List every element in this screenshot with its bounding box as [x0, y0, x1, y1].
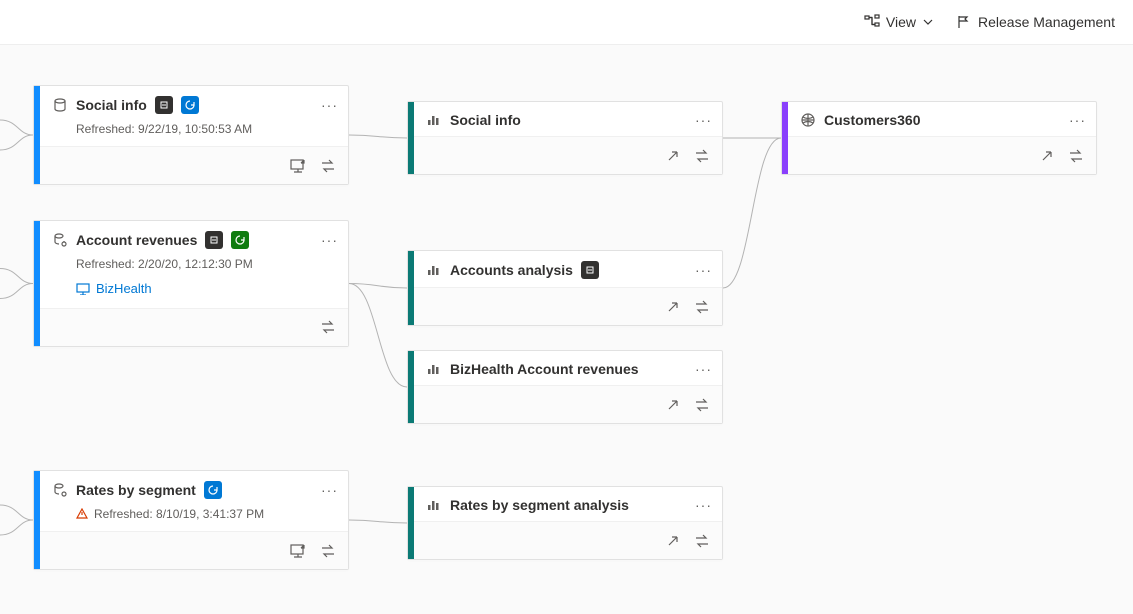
view-label: View — [886, 14, 916, 30]
sensitivity-badge-icon — [581, 261, 599, 279]
more-actions-button[interactable]: ··· — [695, 361, 712, 377]
more-actions-button[interactable]: ··· — [695, 262, 712, 278]
node-title: Social info — [450, 112, 521, 128]
report-node-social-info[interactable]: Social info ··· — [407, 101, 723, 175]
chevron-down-icon — [922, 16, 934, 28]
report-icon — [426, 113, 442, 127]
more-actions-button[interactable]: ··· — [695, 497, 712, 513]
app-icon — [800, 112, 816, 128]
dataset-node-social-info[interactable]: Social info ··· Refreshed: 9/22/19, 10:5… — [33, 85, 349, 185]
node-title: Rates by segment analysis — [450, 497, 629, 513]
swap-icon[interactable] — [694, 300, 710, 314]
workspace-name: BizHealth — [96, 281, 152, 296]
refreshed-text: Refreshed: 9/22/19, 10:50:53 AM — [34, 122, 348, 146]
view-dropdown[interactable]: View — [864, 14, 934, 30]
node-title: BizHealth Account revenues — [450, 361, 639, 377]
report-icon — [426, 362, 442, 376]
warning-icon — [76, 508, 88, 520]
open-external-icon[interactable] — [666, 534, 680, 548]
open-external-icon[interactable] — [1040, 149, 1054, 163]
open-data-sources-icon[interactable] — [290, 544, 306, 558]
refresh-badge-icon — [181, 96, 199, 114]
report-icon — [426, 498, 442, 512]
lineage-canvas[interactable]: Social info ··· Refreshed: 9/22/19, 10:5… — [0, 44, 1133, 614]
release-management-button[interactable]: Release Management — [956, 14, 1115, 30]
toolbar: View Release Management — [0, 0, 1133, 44]
open-data-sources-icon[interactable] — [290, 159, 306, 173]
node-title: Customers360 — [824, 112, 921, 128]
release-label: Release Management — [978, 14, 1115, 30]
more-actions-button[interactable]: ··· — [321, 97, 338, 113]
workspace-icon — [76, 283, 90, 295]
refresh-badge-icon — [204, 481, 222, 499]
report-node-accounts-analysis[interactable]: Accounts analysis ··· — [407, 250, 723, 326]
open-external-icon[interactable] — [666, 398, 680, 412]
dataset-node-rates-by-segment[interactable]: Rates by segment ··· Refreshed: 8/10/19,… — [33, 470, 349, 570]
more-actions-button[interactable]: ··· — [321, 482, 338, 498]
more-actions-button[interactable]: ··· — [1069, 112, 1086, 128]
node-title: Account revenues — [76, 232, 197, 248]
swap-icon[interactable] — [320, 159, 336, 173]
swap-icon[interactable] — [694, 149, 710, 163]
swap-icon[interactable] — [320, 544, 336, 558]
workspace-link[interactable]: BizHealth — [76, 281, 152, 296]
swap-icon[interactable] — [1068, 149, 1084, 163]
workspace-link-row: BizHealth — [34, 281, 348, 308]
open-external-icon[interactable] — [666, 300, 680, 314]
dataset-icon — [52, 97, 68, 113]
sensitivity-badge-icon — [155, 96, 173, 114]
dataset-node-account-revenues[interactable]: Account revenues ··· Refreshed: 2/20/20,… — [33, 220, 349, 347]
flag-icon — [956, 14, 972, 30]
node-title: Rates by segment — [76, 482, 196, 498]
node-title: Accounts analysis — [450, 262, 573, 278]
report-node-rates-by-segment-analysis[interactable]: Rates by segment analysis ··· — [407, 486, 723, 560]
swap-icon[interactable] — [320, 320, 336, 334]
swap-icon[interactable] — [694, 534, 710, 548]
refreshed-text: Refreshed: 2/20/20, 12:12:30 PM — [34, 257, 348, 281]
more-actions-button[interactable]: ··· — [695, 112, 712, 128]
open-external-icon[interactable] — [666, 149, 680, 163]
app-node-customers360[interactable]: Customers360 ··· — [781, 101, 1097, 175]
shared-dataset-icon — [52, 232, 68, 248]
lineage-icon — [864, 14, 880, 30]
report-icon — [426, 263, 442, 277]
shared-dataset-icon — [52, 482, 68, 498]
more-actions-button[interactable]: ··· — [321, 232, 338, 248]
node-title: Social info — [76, 97, 147, 113]
swap-icon[interactable] — [694, 398, 710, 412]
certified-badge-icon — [231, 231, 249, 249]
sensitivity-badge-icon — [205, 231, 223, 249]
refreshed-text: Refreshed: 8/10/19, 3:41:37 PM — [94, 507, 264, 521]
report-node-bizhealth-account-revenues[interactable]: BizHealth Account revenues ··· — [407, 350, 723, 424]
